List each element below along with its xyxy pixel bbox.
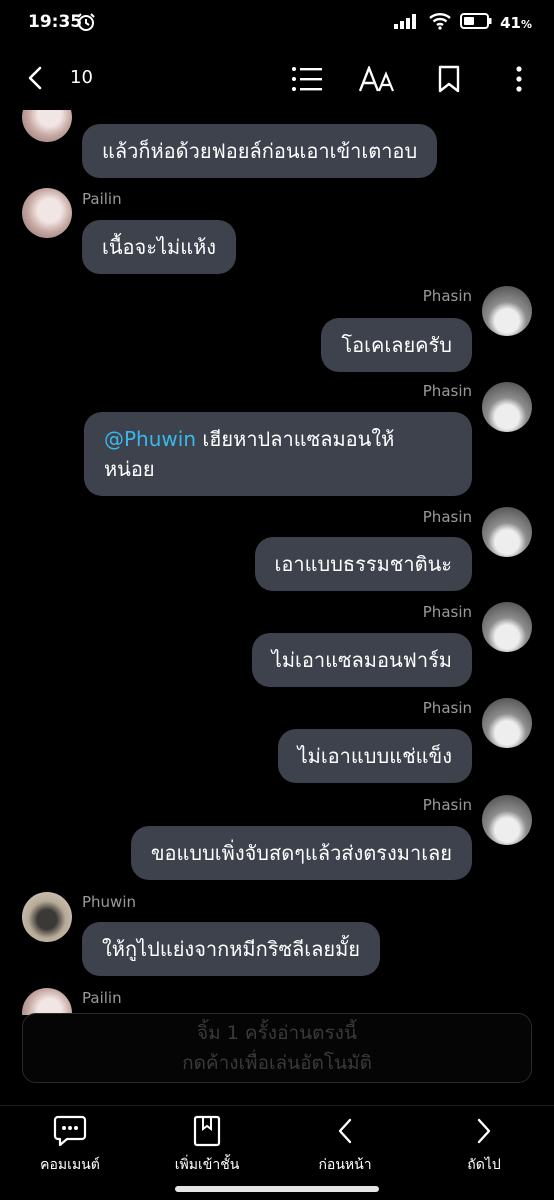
autoplay-hint: กดค้างเพื่อเล่นอัตโนมัติ (182, 1052, 372, 1074)
sender-name: Pailin (82, 190, 122, 208)
sender-name: Phasin (422, 508, 472, 526)
message-bubble: ไม่เอาแบบแช่แข็ง (277, 729, 472, 783)
message-bubble: ไม่เอาแซลมอนฟาร์ม (251, 633, 472, 687)
battery-level: 41 (500, 14, 521, 32)
message-bubble: ให้กูไปแย่งจากหมีกริซลีเลยมั้ย (82, 922, 381, 976)
avatar (482, 507, 532, 557)
message-text: หน่อย (104, 457, 155, 481)
more-icon[interactable] (502, 62, 536, 96)
message-bubble: ขอแบบเพิ่งจับสดๆแล้วส่งตรงมาเลย (130, 826, 472, 880)
sender-name: Phasin (422, 382, 472, 400)
next-label: ถัดไป (467, 1157, 501, 1173)
avatar (22, 110, 72, 142)
sender-name: Phasin (422, 603, 472, 621)
avatar (482, 795, 532, 845)
avatar (22, 988, 72, 1015)
sender-name: Phasin (422, 796, 472, 814)
message-bubble: แล้วก็ห่อด้วยฟอยล์ก่อนเอาเข้าเตาอบ (82, 124, 438, 178)
bottom-nav: คอมเมนต์ เพิ่มเข้าชั้น ก่อนหน้า ถัดไป (0, 1105, 554, 1185)
avatar (482, 382, 532, 432)
bookmark-icon[interactable] (432, 62, 466, 96)
chevron-left-icon (285, 1114, 405, 1148)
chevron-right-icon (424, 1114, 544, 1148)
previous-label: ก่อนหน้า (318, 1157, 372, 1173)
autoplay-hint: จิ้ม 1 ครั้งอ่านตรงนี้ (197, 1022, 357, 1044)
alarm-icon (76, 12, 96, 36)
book-icon (147, 1114, 267, 1148)
add-to-shelf-button[interactable]: เพิ่มเข้าชั้น (147, 1114, 267, 1176)
avatar (22, 892, 72, 942)
message-bubble: เนื้อจะไม่แห้ง (82, 220, 237, 274)
battery-icon (460, 13, 492, 33)
message-bubble: เอาแบบธรรมชาตินะ (254, 537, 472, 591)
avatar (482, 602, 532, 652)
avatar (482, 286, 532, 336)
sender-name: Pailin (82, 989, 122, 1007)
comment-button[interactable]: คอมเมนต์ (10, 1114, 130, 1176)
comment-label: คอมเมนต์ (40, 1157, 100, 1173)
battery-unit: % (520, 18, 532, 31)
chapter-count: 10 (70, 67, 93, 88)
status-bar: 19:35 41% (0, 0, 554, 48)
font-size-icon[interactable] (358, 62, 398, 96)
message-bubble: @Phuwin เฮียหาปลาแซลมอนให้ หน่อย (84, 412, 472, 496)
tap-to-read-area[interactable]: จิ้ม 1 ครั้งอ่านตรงนี้ กดค้างเพื่อเล่นอั… (22, 1013, 532, 1083)
add-shelf-label: เพิ่มเข้าชั้น (174, 1157, 240, 1173)
list-icon[interactable] (290, 62, 324, 96)
wifi-icon (428, 12, 452, 34)
status-time: 19:35 (28, 12, 83, 32)
sender-name: Phasin (422, 287, 472, 305)
sender-name: Phuwin (82, 893, 137, 911)
avatar (482, 698, 532, 748)
sender-name: Phasin (422, 699, 472, 717)
back-icon[interactable] (22, 64, 52, 94)
previous-button[interactable]: ก่อนหน้า (285, 1114, 405, 1176)
signal-icon (394, 13, 420, 33)
mention-link[interactable]: @Phuwin (104, 427, 196, 451)
message-bubble: โอเคเลยครับ (321, 318, 472, 372)
top-nav: 10 (0, 50, 554, 106)
message-text: เฮียหาปลาแซลมอนให้ (196, 427, 395, 451)
home-indicator[interactable] (175, 1186, 379, 1192)
next-button[interactable]: ถัดไป (424, 1114, 544, 1176)
avatar (22, 188, 72, 238)
comment-icon (10, 1114, 130, 1148)
chat-area[interactable]: แล้วก็ห่อด้วยฟอยล์ก่อนเอาเข้าเตาอบ Paili… (0, 110, 554, 1015)
